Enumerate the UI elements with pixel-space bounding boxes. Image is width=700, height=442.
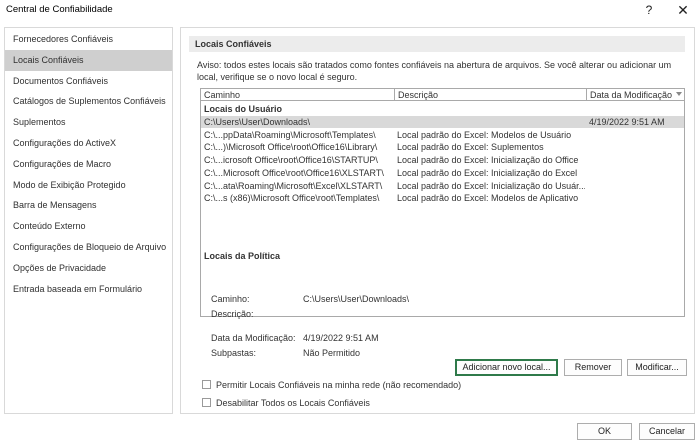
sidebar-item[interactable]: Configurações de Bloqueio de Arquivo	[5, 237, 172, 258]
sort-descending-icon	[676, 92, 682, 96]
cell-description: Local padrão do Excel: Suplementos	[397, 142, 544, 153]
notice-line-2: local, verifique se o novo local é segur…	[197, 72, 358, 82]
title-bar: Central de Confiabilidade ? ✕	[0, 0, 700, 20]
sidebar-item[interactable]: Modo de Exibição Protegido	[5, 175, 172, 196]
cell-path: C:\...Microsoft Office\root\Office16\XLS…	[204, 167, 384, 178]
disable-all-label[interactable]: Desabilitar Todos os Locais Confiáveis	[216, 397, 370, 409]
column-header-modified-label: Data da Modificação	[590, 90, 673, 100]
main-panel: Locais Confiáveis Aviso: todos estes loc…	[180, 27, 695, 414]
detail-path-label: Caminho:	[211, 294, 250, 304]
sidebar-item[interactable]: Locais Confiáveis	[5, 49, 172, 71]
allow-network-checkbox[interactable]	[202, 380, 211, 389]
table-row[interactable]: C:\...s (x86)\Microsoft Office\root\Temp…	[201, 192, 684, 204]
sidebar-item[interactable]: Suplementos	[5, 112, 172, 133]
detail-subfolders-value: Não Permitido	[303, 348, 361, 358]
trusted-locations-list[interactable]: Caminho Descrição Data da Modificação Lo…	[200, 88, 685, 317]
window-title: Central de Confiabilidade	[6, 4, 113, 15]
table-row[interactable]: C:\...ata\Roaming\Microsoft\Excel\XLSTAR…	[201, 180, 684, 192]
sidebar-item[interactable]: Fornecedores Confiáveis	[5, 29, 172, 50]
table-row[interactable]: C:\...Microsoft Office\root\Office16\XLS…	[201, 167, 684, 179]
allow-network-label[interactable]: Permitir Locais Confiáveis na minha rede…	[216, 379, 461, 391]
disable-all-checkbox[interactable]	[202, 398, 211, 407]
sidebar-item[interactable]: Catálogos de Suplementos Confiáveis	[5, 91, 172, 112]
sidebar-item[interactable]: Documentos Confiáveis	[5, 71, 172, 92]
table-row[interactable]: C:\...ppData\Roaming\Microsoft\Templates…	[201, 129, 684, 141]
sidebar-item[interactable]: Entrada baseada em Formulário	[5, 279, 172, 300]
detail-subfolders-label: Subpastas:	[211, 348, 257, 358]
cell-path: C:\...)\Microsoft Office\root\Office16\L…	[204, 142, 378, 153]
cell-description: Local padrão do Excel: Modelos de Usuári…	[397, 129, 572, 140]
sidebar-item[interactable]: Opções de Privacidade	[5, 258, 172, 279]
notice-text: Aviso: todos estes locais são tratados c…	[197, 59, 687, 83]
cell-description: Local padrão do Excel: Inicialização do …	[397, 155, 579, 166]
cell-path: C:\...s (x86)\Microsoft Office\root\Temp…	[204, 193, 380, 204]
table-row[interactable]: C:\...)\Microsoft Office\root\Office16\L…	[201, 141, 684, 153]
sidebar-item[interactable]: Conteúdo Externo	[5, 216, 172, 237]
sidebar-item[interactable]: Barra de Mensagens	[5, 195, 172, 216]
detail-path-value: C:\Users\User\Downloads\	[303, 294, 410, 304]
cancel-button[interactable]: Cancelar	[639, 423, 695, 440]
table-row[interactable]: C:\...icrosoft Office\root\Office16\STAR…	[201, 154, 684, 166]
group-policy-locations: Locais da Política	[204, 251, 281, 261]
close-button[interactable]: ✕	[672, 1, 694, 19]
cell-description: Local padrão do Excel: Inicialização do …	[397, 180, 585, 191]
sidebar-item[interactable]: Configurações do ActiveX	[5, 133, 172, 154]
column-header-description[interactable]: Descrição	[395, 89, 587, 101]
group-user-locations: Locais do Usuário	[204, 104, 283, 114]
column-header-modified[interactable]: Data da Modificação	[587, 89, 684, 101]
cell-path: C:\...icrosoft Office\root\Office16\STAR…	[204, 155, 378, 166]
cell-path: C:\Users\User\Downloads\	[204, 117, 311, 127]
detail-description-label: Descrição:	[211, 309, 254, 319]
add-location-button[interactable]: Adicionar novo local...	[455, 359, 558, 376]
detail-modified-label: Data da Modificação:	[211, 333, 296, 343]
sidebar-item[interactable]: Configurações de Macro	[5, 154, 172, 175]
cell-modified: 4/19/2022 9:51 AM	[589, 117, 665, 127]
remove-button[interactable]: Remover	[564, 359, 622, 376]
sidebar: Fornecedores Confiáveis Locais Confiáveis…	[4, 27, 173, 414]
table-row[interactable]: C:\Users\User\Downloads\ 4/19/2022 9:51 A…	[201, 116, 684, 128]
help-button[interactable]: ?	[638, 1, 660, 19]
cell-path: C:\...ppData\Roaming\Microsoft\Templates…	[204, 129, 376, 140]
cell-description: Local padrão do Excel: Inicialização do …	[397, 167, 578, 178]
cell-description: Local padrão do Excel: Modelos de Aplica…	[397, 193, 579, 204]
cell-path: C:\...ata\Roaming\Microsoft\Excel\XLSTAR…	[204, 180, 383, 191]
notice-line-1: Aviso: todos estes locais são tratados c…	[197, 60, 672, 70]
ok-button[interactable]: OK	[577, 423, 632, 440]
section-title: Locais Confiáveis	[189, 36, 685, 52]
detail-modified-value: 4/19/2022 9:51 AM	[303, 333, 379, 343]
list-header: Caminho Descrição Data da Modificação	[201, 89, 684, 102]
column-header-path[interactable]: Caminho	[201, 89, 395, 101]
modify-button[interactable]: Modificar...	[627, 359, 687, 376]
